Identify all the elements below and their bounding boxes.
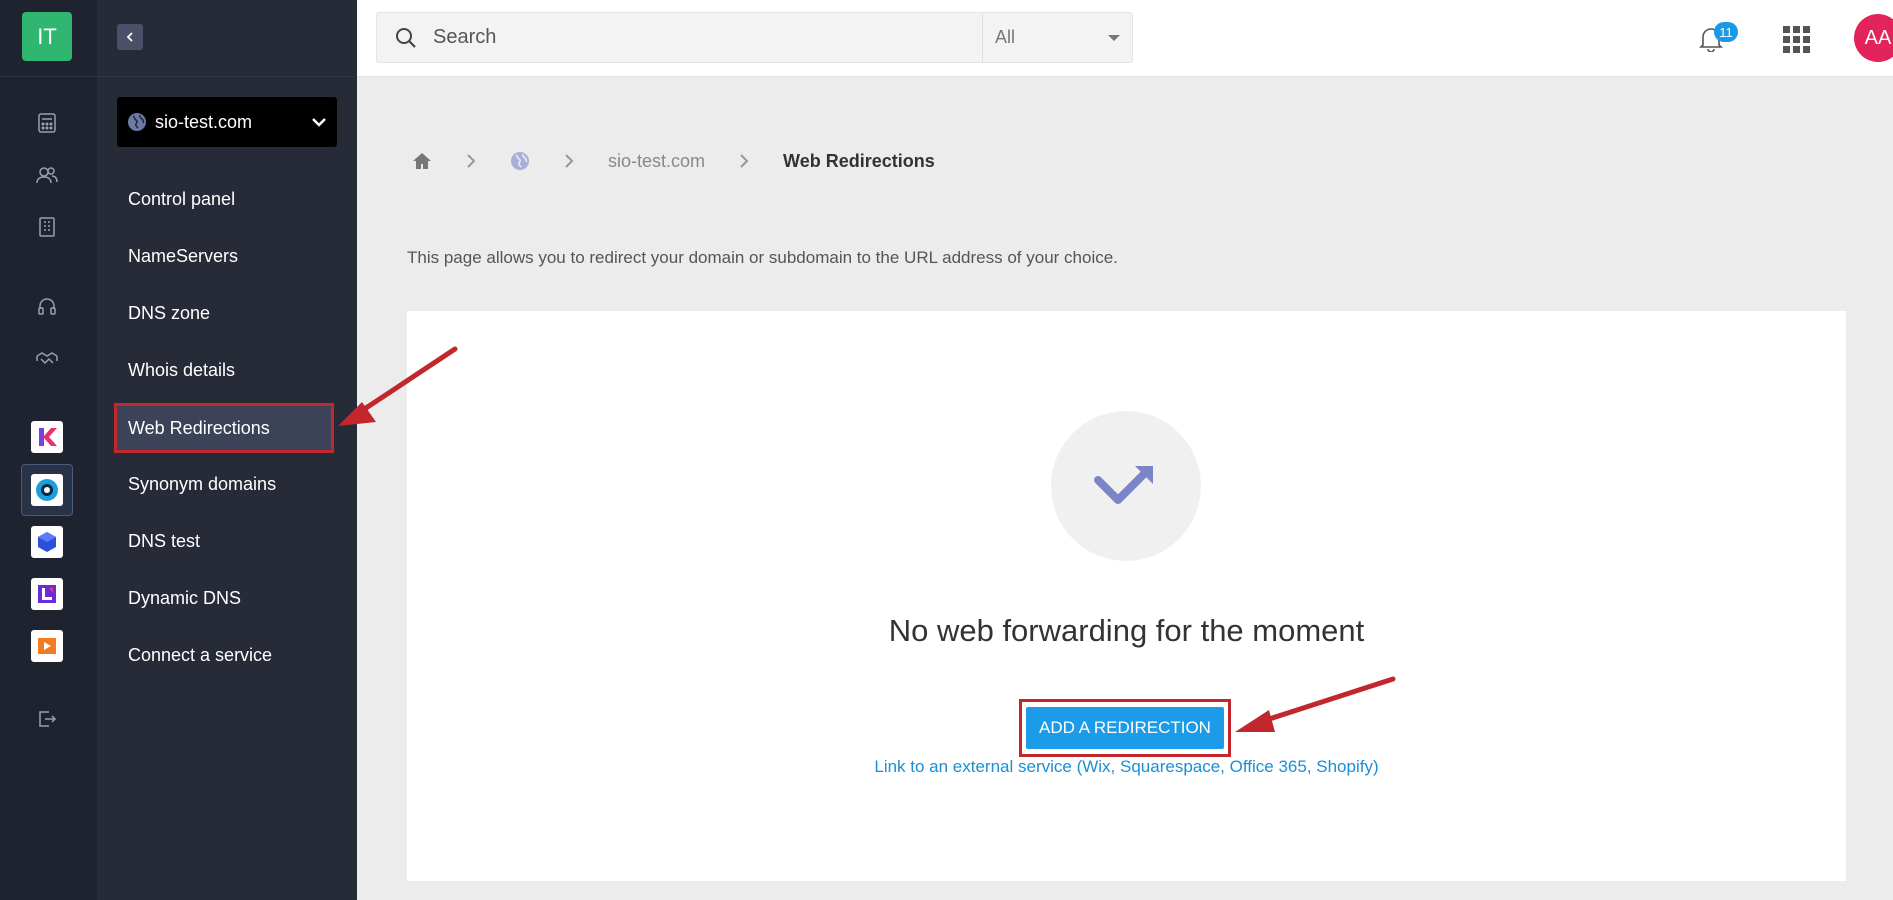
handshake-icon[interactable] [28,340,66,378]
menu-item-dynamic-dns[interactable]: Dynamic DNS [128,578,348,618]
rail-divider [0,76,97,77]
breadcrumb-current: Web Redirections [783,150,935,171]
user-avatar[interactable]: AA [1854,14,1893,62]
add-redirection-button[interactable]: ADD A REDIRECTION [1026,707,1224,749]
menu-item-connect-service[interactable]: Connect a service [128,635,348,675]
empty-state-title: No web forwarding for the moment [888,613,1365,648]
notification-badge: 11 [1714,22,1738,42]
logout-icon[interactable] [28,700,66,738]
search-scope-value: All [995,27,1016,47]
menu-item-synonym-domains[interactable]: Synonym domains [128,464,348,504]
notifications-button[interactable]: 11 [1699,20,1739,56]
domain-selector-label: sio-test.com [155,111,253,132]
calculator-icon[interactable] [28,104,66,142]
app-l-icon[interactable] [31,578,63,610]
globe-icon[interactable] [510,151,530,171]
home-icon[interactable] [412,152,432,170]
breadcrumb-domain[interactable]: sio-test.com [608,151,705,172]
breadcrumb-separator [739,153,749,169]
menu-divider [97,76,357,77]
empty-state-illustration [1051,411,1201,561]
chevron-down-icon [312,118,326,127]
search-icon [396,27,416,48]
app-logo[interactable]: IT [22,12,72,61]
external-service-link[interactable]: Link to an external service (Wix, Square… [407,757,1846,777]
building-icon[interactable] [28,208,66,246]
globe-icon [128,113,146,131]
chevron-right-icon [467,154,476,168]
breadcrumb-separator [466,153,476,169]
headset-icon[interactable] [28,288,66,326]
breadcrumb-separator [564,153,574,169]
empty-state-card: No web forwarding for the moment ADD A R… [407,311,1846,881]
app-media-icon[interactable] [31,630,63,662]
app-k-icon[interactable] [31,421,63,453]
menu-item-dns-zone[interactable]: DNS zone [128,293,348,333]
redirect-arrow-icon [1094,466,1153,504]
search-scope-select[interactable]: All [982,13,1132,62]
menu-item-control-panel[interactable]: Control panel [128,179,348,219]
domain-menu-panel: sio-test.com Control panel NameServers D… [97,0,357,900]
page-description: This page allows you to redirect your do… [407,248,1118,267]
app-domains-icon[interactable] [31,474,63,506]
app-cube-icon[interactable] [31,526,63,558]
users-icon[interactable] [28,156,66,194]
menu-item-nameservers[interactable]: NameServers [128,236,348,276]
chevron-left-icon [126,32,133,42]
caret-down-icon [1108,35,1120,41]
chevron-right-icon [565,154,574,168]
menu-item-whois-details[interactable]: Whois details [128,350,348,390]
chevron-right-icon [740,154,749,168]
breadcrumb: sio-test.com Web Redirections [412,146,935,176]
menu-item-dns-test[interactable]: DNS test [128,521,348,561]
top-bar: All 11 AA [357,0,1893,77]
add-button-highlight: ADD A REDIRECTION [1019,699,1231,757]
menu-item-web-redirections[interactable]: Web Redirections [114,403,334,453]
collapse-menu-button[interactable] [117,24,143,50]
apps-grid-icon[interactable] [1783,26,1810,53]
search-bar: All [376,12,1133,63]
domain-selector[interactable]: sio-test.com [117,97,337,147]
icon-rail: IT [0,0,97,900]
